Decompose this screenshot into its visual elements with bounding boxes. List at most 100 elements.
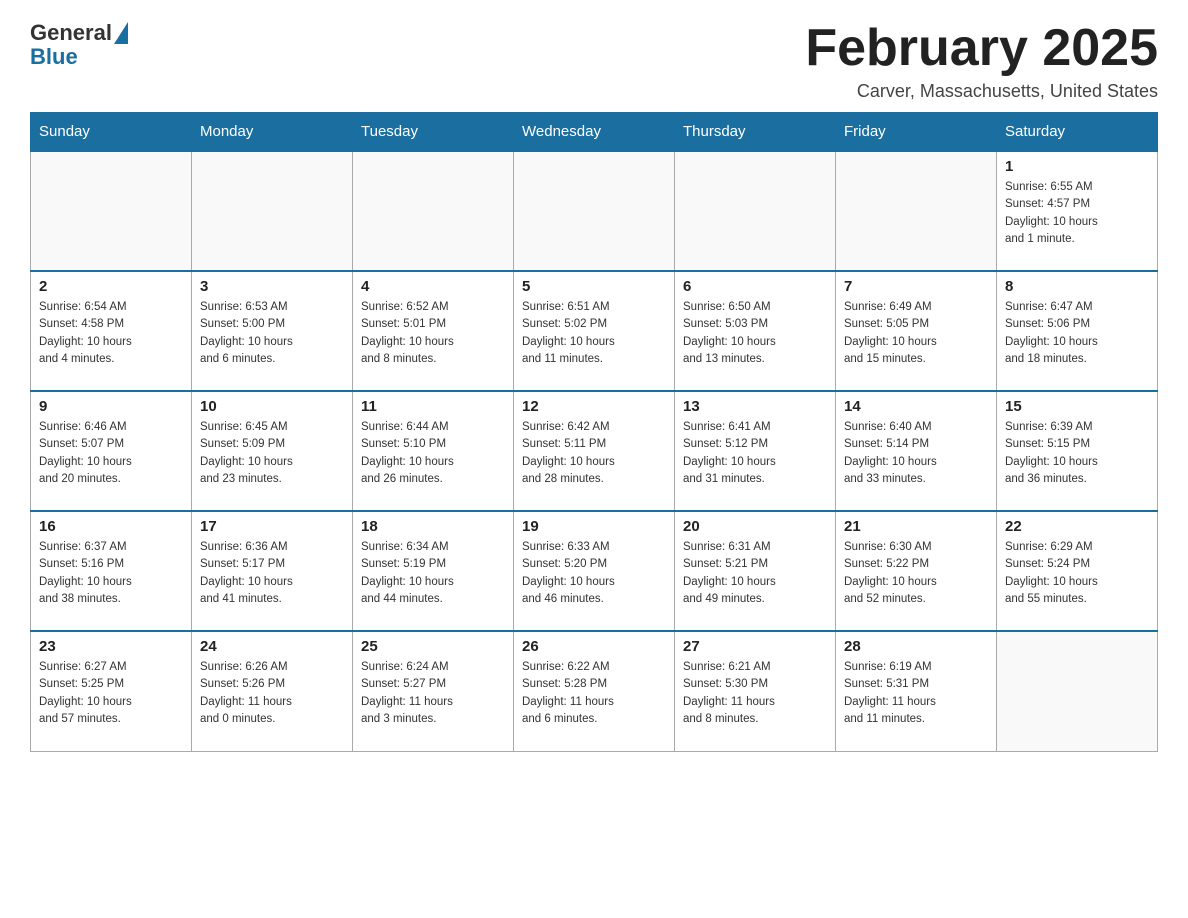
calendar-day-cell: 4 Sunrise: 6:52 AMSunset: 5:01 PMDaylight… — [353, 271, 514, 391]
day-number: 11 — [361, 398, 505, 415]
calendar-day-cell — [997, 631, 1158, 751]
day-info: Sunrise: 6:37 AMSunset: 5:16 PMDaylight:… — [39, 539, 183, 608]
day-number: 3 — [200, 278, 344, 295]
calendar-day-cell: 19 Sunrise: 6:33 AMSunset: 5:20 PMDayligh… — [514, 511, 675, 631]
day-info: Sunrise: 6:34 AMSunset: 5:19 PMDaylight:… — [361, 539, 505, 608]
month-title: February 2025 — [805, 20, 1158, 77]
calendar-week-row: 2Sunrise: 6:54 AMSunset: 4:58 PMDaylight… — [31, 271, 1158, 391]
day-number: 18 — [361, 518, 505, 535]
calendar-day-cell: 11 Sunrise: 6:44 AMSunset: 5:10 PMDayligh… — [353, 391, 514, 511]
calendar-day-cell: 8 Sunrise: 6:47 AMSunset: 5:06 PMDaylight… — [997, 271, 1158, 391]
day-number: 5 — [522, 278, 666, 295]
day-number: 8 — [1005, 278, 1149, 295]
day-info: Sunrise: 6:47 AMSunset: 5:06 PMDaylight:… — [1005, 299, 1149, 368]
day-info: Sunrise: 6:31 AMSunset: 5:21 PMDaylight:… — [683, 539, 827, 608]
calendar-day-cell: 20 Sunrise: 6:31 AMSunset: 5:21 PMDayligh… — [675, 511, 836, 631]
day-number: 6 — [683, 278, 827, 295]
day-info: Sunrise: 6:21 AMSunset: 5:30 PMDaylight:… — [683, 659, 827, 728]
logo-blue-text: Blue — [30, 44, 78, 70]
logo-triangle-icon — [114, 22, 128, 44]
calendar-day-cell — [192, 151, 353, 271]
calendar-week-row: 9Sunrise: 6:46 AMSunset: 5:07 PMDaylight… — [31, 391, 1158, 511]
calendar-day-cell: 9Sunrise: 6:46 AMSunset: 5:07 PMDaylight… — [31, 391, 192, 511]
calendar-day-cell: 7 Sunrise: 6:49 AMSunset: 5:05 PMDaylight… — [836, 271, 997, 391]
calendar-day-cell: 23 Sunrise: 6:27 AMSunset: 5:25 PMDayligh… — [31, 631, 192, 751]
day-info: Sunrise: 6:27 AMSunset: 5:25 PMDaylight:… — [39, 659, 183, 728]
day-number: 19 — [522, 518, 666, 535]
calendar-week-row: 1 Sunrise: 6:55 AMSunset: 4:57 PMDaylight… — [31, 151, 1158, 271]
day-number: 17 — [200, 518, 344, 535]
calendar-day-cell — [514, 151, 675, 271]
calendar-day-cell: 13Sunrise: 6:41 AMSunset: 5:12 PMDayligh… — [675, 391, 836, 511]
calendar-day-cell: 10 Sunrise: 6:45 AMSunset: 5:09 PMDayligh… — [192, 391, 353, 511]
day-info: Sunrise: 6:49 AMSunset: 5:05 PMDaylight:… — [844, 299, 988, 368]
day-number: 24 — [200, 638, 344, 655]
calendar-day-cell: 25 Sunrise: 6:24 AMSunset: 5:27 PMDayligh… — [353, 631, 514, 751]
calendar-day-cell: 2Sunrise: 6:54 AMSunset: 4:58 PMDaylight… — [31, 271, 192, 391]
calendar-day-cell: 27 Sunrise: 6:21 AMSunset: 5:30 PMDayligh… — [675, 631, 836, 751]
day-number: 13 — [683, 398, 827, 415]
calendar-day-cell: 15Sunrise: 6:39 AMSunset: 5:15 PMDayligh… — [997, 391, 1158, 511]
calendar-day-cell: 1 Sunrise: 6:55 AMSunset: 4:57 PMDaylight… — [997, 151, 1158, 271]
title-block: February 2025 Carver, Massachusetts, Uni… — [805, 20, 1158, 102]
day-info: Sunrise: 6:44 AMSunset: 5:10 PMDaylight:… — [361, 419, 505, 488]
day-of-week-header: Wednesday — [514, 113, 675, 152]
calendar-day-cell: 17 Sunrise: 6:36 AMSunset: 5:17 PMDayligh… — [192, 511, 353, 631]
day-number: 10 — [200, 398, 344, 415]
day-info: Sunrise: 6:46 AMSunset: 5:07 PMDaylight:… — [39, 419, 183, 488]
day-number: 1 — [1005, 158, 1149, 175]
day-info: Sunrise: 6:22 AMSunset: 5:28 PMDaylight:… — [522, 659, 666, 728]
day-info: Sunrise: 6:26 AMSunset: 5:26 PMDaylight:… — [200, 659, 344, 728]
day-info: Sunrise: 6:50 AMSunset: 5:03 PMDaylight:… — [683, 299, 827, 368]
day-number: 28 — [844, 638, 988, 655]
day-number: 27 — [683, 638, 827, 655]
day-info: Sunrise: 6:30 AMSunset: 5:22 PMDaylight:… — [844, 539, 988, 608]
day-number: 21 — [844, 518, 988, 535]
calendar-day-cell — [31, 151, 192, 271]
day-of-week-header: Thursday — [675, 113, 836, 152]
calendar-day-cell: 16Sunrise: 6:37 AMSunset: 5:16 PMDayligh… — [31, 511, 192, 631]
day-number: 25 — [361, 638, 505, 655]
day-number: 14 — [844, 398, 988, 415]
calendar-day-cell: 6 Sunrise: 6:50 AMSunset: 5:03 PMDaylight… — [675, 271, 836, 391]
day-info: Sunrise: 6:29 AMSunset: 5:24 PMDaylight:… — [1005, 539, 1149, 608]
day-number: 20 — [683, 518, 827, 535]
day-info: Sunrise: 6:52 AMSunset: 5:01 PMDaylight:… — [361, 299, 505, 368]
day-info: Sunrise: 6:36 AMSunset: 5:17 PMDaylight:… — [200, 539, 344, 608]
day-info: Sunrise: 6:40 AMSunset: 5:14 PMDaylight:… — [844, 419, 988, 488]
day-of-week-header: Saturday — [997, 113, 1158, 152]
calendar-day-cell: 24 Sunrise: 6:26 AMSunset: 5:26 PMDayligh… — [192, 631, 353, 751]
logo-general-text: General — [30, 20, 112, 46]
calendar-day-cell: 12Sunrise: 6:42 AMSunset: 5:11 PMDayligh… — [514, 391, 675, 511]
calendar-day-cell: 3Sunrise: 6:53 AMSunset: 5:00 PMDaylight… — [192, 271, 353, 391]
location-text: Carver, Massachusetts, United States — [805, 81, 1158, 102]
day-number: 26 — [522, 638, 666, 655]
calendar-day-cell — [675, 151, 836, 271]
calendar-table: SundayMondayTuesdayWednesdayThursdayFrid… — [30, 112, 1158, 752]
calendar-header-row: SundayMondayTuesdayWednesdayThursdayFrid… — [31, 113, 1158, 152]
calendar-day-cell — [836, 151, 997, 271]
day-of-week-header: Friday — [836, 113, 997, 152]
day-number: 7 — [844, 278, 988, 295]
calendar-day-cell: 22Sunrise: 6:29 AMSunset: 5:24 PMDayligh… — [997, 511, 1158, 631]
logo: General Blue — [30, 20, 128, 70]
day-number: 4 — [361, 278, 505, 295]
day-info: Sunrise: 6:45 AMSunset: 5:09 PMDaylight:… — [200, 419, 344, 488]
calendar-day-cell: 21 Sunrise: 6:30 AMSunset: 5:22 PMDayligh… — [836, 511, 997, 631]
calendar-day-cell: 14 Sunrise: 6:40 AMSunset: 5:14 PMDayligh… — [836, 391, 997, 511]
calendar-day-cell: 18 Sunrise: 6:34 AMSunset: 5:19 PMDayligh… — [353, 511, 514, 631]
calendar-week-row: 23 Sunrise: 6:27 AMSunset: 5:25 PMDayligh… — [31, 631, 1158, 751]
calendar-day-cell: 5Sunrise: 6:51 AMSunset: 5:02 PMDaylight… — [514, 271, 675, 391]
day-info: Sunrise: 6:54 AMSunset: 4:58 PMDaylight:… — [39, 299, 183, 368]
day-of-week-header: Tuesday — [353, 113, 514, 152]
calendar-day-cell: 26 Sunrise: 6:22 AMSunset: 5:28 PMDayligh… — [514, 631, 675, 751]
day-of-week-header: Monday — [192, 113, 353, 152]
day-number: 23 — [39, 638, 183, 655]
day-of-week-header: Sunday — [31, 113, 192, 152]
day-info: Sunrise: 6:19 AMSunset: 5:31 PMDaylight:… — [844, 659, 988, 728]
page-header: General Blue February 2025 Carver, Massa… — [30, 20, 1158, 102]
day-info: Sunrise: 6:39 AMSunset: 5:15 PMDaylight:… — [1005, 419, 1149, 488]
day-info: Sunrise: 6:33 AMSunset: 5:20 PMDaylight:… — [522, 539, 666, 608]
day-info: Sunrise: 6:55 AMSunset: 4:57 PMDaylight:… — [1005, 179, 1149, 248]
day-info: Sunrise: 6:24 AMSunset: 5:27 PMDaylight:… — [361, 659, 505, 728]
